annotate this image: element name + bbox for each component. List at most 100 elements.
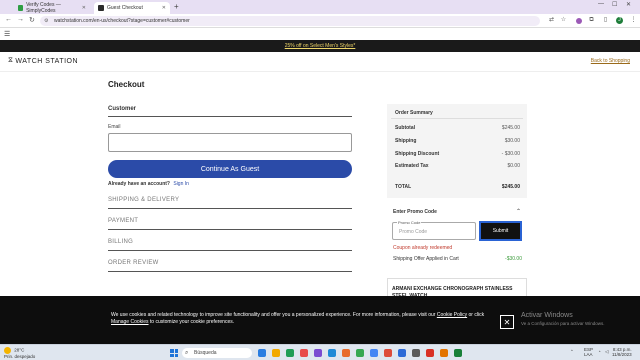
manage-cookies-link[interactable]: Manage Cookies <box>111 319 149 325</box>
apps-grid-icon[interactable]: ☰ <box>4 30 10 38</box>
email-field[interactable] <box>108 133 352 152</box>
browser-toolbar: ← → ↻ ⚙ watchstation.com/en-us/checkout?… <box>0 14 640 28</box>
taskbar-app-icon[interactable] <box>314 349 322 357</box>
step-billing: BILLING <box>108 239 134 245</box>
taskbar-app-icon[interactable] <box>356 349 364 357</box>
account-question: Already have an account? <box>108 181 170 187</box>
back-to-shopping-link[interactable]: Back to Shopping <box>591 58 630 64</box>
taskbar-app-icon[interactable] <box>426 349 434 357</box>
taskbar-app-icon[interactable] <box>286 349 294 357</box>
divider <box>108 250 352 251</box>
close-tab-icon[interactable]: ✕ <box>162 5 166 11</box>
divider <box>108 208 352 209</box>
translate-icon[interactable]: ⇄ <box>548 17 555 24</box>
taskbar-search[interactable]: ⌕ Búsqueda <box>182 348 252 358</box>
taskbar-app-icon[interactable] <box>440 349 448 357</box>
wifi-icon[interactable]: ◔ <box>598 349 601 354</box>
divider <box>391 118 523 119</box>
url-text: watchstation.com/en-us/checkout?stage=cu… <box>54 18 190 24</box>
forward-arrow-icon[interactable]: → <box>17 16 24 23</box>
taskbar-app-icon[interactable] <box>454 349 462 357</box>
step-shipping-delivery: SHIPPING & DELIVERY <box>108 197 180 203</box>
tab-guest-checkout[interactable]: Guest Checkout ✕ <box>94 2 170 14</box>
sign-in-prompt: Already have an account? Sign In <box>108 181 189 187</box>
search-icon: ⌕ <box>185 349 189 356</box>
watchstation-favicon-icon <box>98 5 104 11</box>
watch-logo-icon: ⧖ <box>8 57 14 64</box>
close-window-icon[interactable]: ✕ <box>626 1 631 8</box>
maximize-icon[interactable]: ☐ <box>612 1 617 8</box>
order-summary-heading: Order Summary <box>395 110 433 116</box>
divider <box>108 229 352 230</box>
site-info-icon[interactable]: ⚙ <box>44 18 48 24</box>
shipping-offer-row: Shipping Offer Applied in Cart -$30.00 <box>393 256 522 262</box>
tray-chevron-icon[interactable]: ⌃ <box>570 349 574 355</box>
chevron-up-icon[interactable]: ⌃ <box>516 208 521 215</box>
offer-label: Shipping Offer Applied in Cart <box>393 256 459 262</box>
site-header: ⧖ WATCH STATION Back to Shopping <box>0 52 640 72</box>
cookie-policy-link[interactable]: Cookie Policy <box>437 312 467 318</box>
taskbar-app-icon[interactable] <box>328 349 336 357</box>
promo-code-heading[interactable]: Enter Promo Code <box>393 209 437 215</box>
sun-icon <box>4 347 11 354</box>
promo-code-placeholder: Promo Code <box>399 229 428 235</box>
windows-start-icon[interactable] <box>170 349 178 357</box>
browser-tabbar: Verify Codes — SimplyCodes ✕ Guest Check… <box>0 0 640 14</box>
logo-text: WATCH STATION <box>15 57 79 65</box>
bookmark-star-icon[interactable]: ☆ <box>560 17 567 24</box>
activate-windows-subtitle: Ve a Configuración para activar Windows. <box>521 321 605 326</box>
address-bar[interactable]: ⚙ watchstation.com/en-us/checkout?stage=… <box>40 16 540 26</box>
taskbar-app-icon[interactable] <box>272 349 280 357</box>
reload-icon[interactable]: ↻ <box>29 16 35 24</box>
promo-submit-button[interactable]: Submit <box>479 221 522 241</box>
extensions-puzzle-icon[interactable]: ⧉ <box>588 17 595 24</box>
summary-row-subtotal: Subtotal $245.00 <box>395 125 520 131</box>
close-tab-icon[interactable]: ✕ <box>82 5 86 11</box>
step-order-review: ORDER REVIEW <box>108 260 159 266</box>
sign-in-link[interactable]: Sign In <box>173 181 189 187</box>
customer-heading: Customer <box>108 106 137 112</box>
page-title: Checkout <box>108 80 145 89</box>
language-indicator[interactable]: ESP LAA <box>584 347 593 357</box>
summary-row-shipping: Shipping $30.00 <box>395 138 520 144</box>
email-label: Email <box>108 124 121 130</box>
promo-code-field[interactable]: Promo Code Promo Code <box>392 220 476 240</box>
taskbar-app-icon[interactable] <box>300 349 308 357</box>
volume-icon[interactable]: ◁ <box>605 349 608 355</box>
continue-as-guest-button[interactable]: Continue As Guest <box>108 160 352 178</box>
divider <box>108 271 352 272</box>
activate-windows-title: Activar Windows <box>521 312 573 319</box>
menu-dots-icon[interactable]: ⋮ <box>630 17 637 24</box>
profile-avatar[interactable]: J <box>616 17 623 24</box>
summary-row-estimated-tax: Estimated Tax $0.00 <box>395 163 520 169</box>
tab-verify-codes[interactable]: Verify Codes — SimplyCodes ✕ <box>14 2 90 14</box>
watchstation-logo[interactable]: ⧖ WATCH STATION <box>8 57 78 65</box>
tab-title: Verify Codes — SimplyCodes <box>26 2 61 14</box>
promo-error-message: Coupon already redeemed <box>393 245 453 251</box>
taskbar-app-icon[interactable] <box>258 349 266 357</box>
close-cookie-banner-button[interactable]: ✕ <box>500 315 514 329</box>
weather-widget[interactable]: 28°C Prin. despejado <box>4 347 35 359</box>
taskbar-app-icon[interactable] <box>398 349 406 357</box>
cookie-message: We use cookies and related technology to… <box>111 312 485 325</box>
windows-taskbar: 28°C Prin. despejado ⌕ Búsqueda ⌃ ESP LAA… <box>0 344 640 360</box>
tab-title: Guest Checkout <box>107 5 143 11</box>
taskbar-app-icon[interactable] <box>370 349 378 357</box>
weather-description: Prin. despejado <box>4 354 36 359</box>
taskbar-app-icon[interactable] <box>384 349 392 357</box>
cookie-banner: We use cookies and related technology to… <box>0 296 640 344</box>
summary-row-shipping-discount: Shipping Discount - $30.00 <box>395 151 520 157</box>
new-tab-button[interactable]: + <box>174 2 179 11</box>
summary-row-total: TOTAL $245.00 <box>395 184 520 190</box>
search-placeholder: Búsqueda <box>194 350 217 356</box>
promo-banner-link[interactable]: 25% off on Select Men's Styles* <box>0 40 640 52</box>
minimize-icon[interactable]: — <box>598 1 604 7</box>
system-clock[interactable]: 8:43 p.m. 11/8/2023 <box>612 347 632 357</box>
divider <box>108 116 352 117</box>
taskbar-app-icon[interactable] <box>342 349 350 357</box>
taskbar-app-icon[interactable] <box>412 349 420 357</box>
step-payment: PAYMENT <box>108 218 139 224</box>
sidebar-icon[interactable]: ▯ <box>602 17 609 24</box>
back-arrow-icon[interactable]: ← <box>5 16 12 23</box>
extension-icon[interactable] <box>576 18 582 24</box>
